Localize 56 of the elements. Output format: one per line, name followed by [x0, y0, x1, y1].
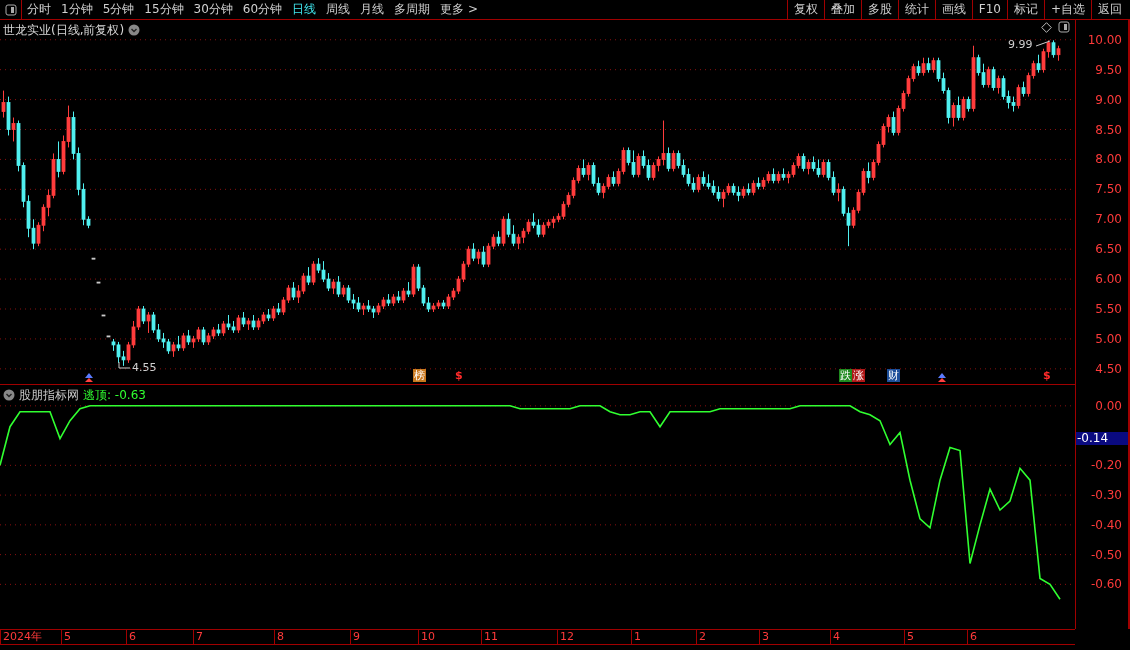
axis-label: -0.50 — [1090, 548, 1122, 561]
price-label: 9.99 — [1008, 39, 1033, 51]
period-tab[interactable]: 30分钟 — [188, 0, 238, 19]
period-tab[interactable]: 日线 — [287, 0, 322, 19]
period-tab[interactable]: 更多 > — [435, 0, 483, 19]
date-label: 11 — [481, 630, 498, 644]
axis-label: -0.40 — [1090, 518, 1122, 531]
date-label: 2024年 — [0, 630, 42, 644]
axis-label: 10.00 — [1087, 33, 1122, 46]
price-label: 4.55 — [132, 362, 157, 374]
date-label: 10 — [418, 630, 435, 644]
axis-label: 9.00 — [1095, 93, 1122, 106]
axis-label: 8.50 — [1095, 123, 1122, 136]
signal-tag: 涨 — [852, 369, 865, 382]
axis-label: 0.00 — [1095, 399, 1122, 412]
date-label: 4 — [830, 630, 840, 644]
period-tab[interactable]: 60分钟 — [237, 0, 288, 19]
axis-label: 5.00 — [1095, 332, 1122, 345]
axis-label: 9.50 — [1095, 63, 1122, 76]
axis-label: 6.00 — [1095, 273, 1122, 286]
axis-label: 6.50 — [1095, 243, 1122, 256]
stock-title: 世龙实业(日线,前复权) — [3, 22, 125, 39]
date-label: 6 — [126, 630, 136, 644]
period-tab[interactable]: 多周期 — [389, 0, 436, 19]
date-label: 3 — [759, 630, 769, 644]
period-tab[interactable]: 分时 — [22, 0, 56, 19]
date-label: 7 — [193, 630, 203, 644]
period-tab[interactable]: 1分钟 — [56, 0, 98, 19]
signal-tag: $ — [1042, 369, 1052, 382]
axis-label: 5.50 — [1095, 303, 1122, 315]
signal-tag: 财 — [887, 369, 900, 382]
signal-tag: $ — [454, 369, 464, 382]
period-tab[interactable]: 5分钟 — [97, 0, 140, 19]
axis-label: 7.00 — [1095, 213, 1122, 226]
period-tab[interactable]: 周线 — [321, 0, 356, 19]
date-label: 5 — [61, 630, 71, 644]
period-tab[interactable]: 月线 — [355, 0, 390, 19]
date-label: 6 — [967, 630, 977, 644]
axis-label: -0.60 — [1090, 578, 1122, 591]
indicator-name: 股朋指标网 — [19, 387, 79, 404]
current-value-badge: -0.14 — [1076, 432, 1128, 445]
date-label: 1 — [631, 630, 641, 644]
signal-tag: 跌 — [839, 369, 852, 382]
axis-label: 8.00 — [1095, 153, 1122, 166]
period-tab[interactable]: 15分钟 — [139, 0, 189, 19]
axis-label: 7.50 — [1095, 183, 1122, 196]
date-label: 8 — [274, 630, 284, 644]
axis-label: -0.20 — [1090, 459, 1122, 472]
axis-label: -0.30 — [1090, 489, 1122, 502]
date-label: 5 — [904, 630, 914, 644]
indicator-value: 逃顶: -0.63 — [83, 387, 146, 404]
axis-label: 4.50 — [1095, 362, 1122, 375]
date-label: 12 — [557, 630, 574, 644]
date-label: 9 — [350, 630, 360, 644]
signal-tag: 榜 — [413, 369, 426, 382]
date-label: 2 — [696, 630, 706, 644]
